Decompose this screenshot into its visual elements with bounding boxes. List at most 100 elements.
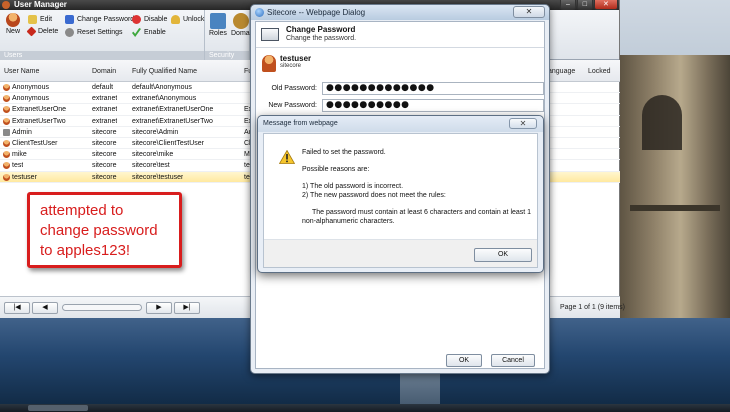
ribbon-group-security-label: Security	[205, 51, 249, 60]
next-page-button[interactable]: ▶	[146, 302, 172, 314]
minimize-button[interactable]: –	[560, 0, 576, 10]
user-name-cell: Anonymous	[12, 95, 49, 103]
annotation-callout: attempted to change password to apples12…	[27, 192, 182, 268]
column-header-fully-qualified-name[interactable]: Fully Qualified Name	[132, 68, 197, 75]
domain-cell: sitecore	[92, 139, 117, 147]
fully-qualified-name-cell: sitecore\mike	[132, 151, 174, 159]
message-reason-2: 2) The new password does not meet the ru…	[302, 192, 446, 199]
fully-qualified-name-cell: default\Anonymous	[132, 84, 192, 91]
reset-settings-icon	[65, 28, 74, 37]
app-title: User Manager	[14, 0, 67, 9]
fully-qualified-name-cell: sitecore\testuser	[132, 173, 184, 181]
message-box: Message from webpage ✕ Failed to set the…	[257, 115, 544, 273]
domain-cell: sitecore	[92, 151, 117, 159]
ribbon-group-users: New Edit Delete Change Password Reset Se…	[0, 10, 205, 60]
reset-settings-label: Reset Settings	[77, 29, 123, 36]
user-name-cell: Admin	[12, 128, 32, 136]
user-icon	[3, 117, 10, 125]
taskbar-item[interactable]	[28, 405, 88, 411]
last-page-button[interactable]: ▶|	[174, 302, 200, 314]
fully-qualified-name-cell: sitecore\test	[132, 162, 170, 170]
new-password-label: New Password:	[268, 102, 317, 109]
user-name-cell: test	[12, 162, 24, 170]
fully-qualified-name-cell: extranet\ExtranetUserOne	[132, 106, 214, 114]
domains-button[interactable]: Domai	[231, 13, 251, 37]
domain-cell: extranet	[92, 95, 118, 103]
old-password-field[interactable]: ●●●●●●●●●●●●●	[322, 82, 544, 95]
page-slider-track[interactable]	[62, 304, 142, 311]
user-manager-app-icon	[2, 1, 10, 9]
enable-icon	[132, 28, 141, 37]
dialog-ok-button[interactable]: OK	[446, 354, 482, 367]
dialog-subheading: Change the password.	[286, 35, 357, 42]
edit-label: Edit	[40, 16, 53, 23]
unlock-icon	[171, 15, 180, 24]
user-name-cell: ClientTestUser	[12, 139, 58, 147]
disable-button[interactable]: Disable	[132, 15, 167, 24]
delete-label: Delete	[38, 28, 59, 35]
domain-cell: extranet	[92, 106, 118, 114]
reset-settings-button[interactable]: Reset Settings	[65, 28, 123, 37]
domains-label: Domai	[231, 30, 252, 37]
user-icon	[3, 106, 10, 114]
change-password-label: Change Password	[77, 16, 135, 23]
domain-cell: extranet	[92, 117, 118, 125]
taskbar	[0, 404, 730, 412]
domain-cell: sitecore	[92, 162, 117, 170]
user-name-cell: mike	[12, 151, 27, 159]
roles-button[interactable]: Roles	[209, 13, 227, 37]
domain-cell: default	[92, 84, 114, 91]
disable-label: Disable	[144, 16, 168, 23]
dialog-titlebar: Sitecore -- Webpage Dialog ✕	[251, 5, 549, 20]
message-ok-button[interactable]: OK	[474, 248, 532, 262]
previous-page-button[interactable]: ◀	[32, 302, 58, 314]
column-header-user-name[interactable]: User Name	[4, 68, 39, 75]
message-line-reasons: Possible reasons are:	[302, 166, 370, 173]
new-user-button[interactable]: New	[6, 13, 20, 35]
column-header-language[interactable]: anguage	[548, 68, 575, 75]
disable-icon	[132, 15, 141, 24]
unlock-button[interactable]: Unlock	[171, 15, 204, 24]
new-user-label: New	[6, 28, 21, 35]
message-line-failed: Failed to set the password.	[302, 149, 386, 156]
new-password-row: New Password: ●●●●●●●●●●	[262, 99, 544, 113]
maximize-button[interactable]: □	[576, 0, 593, 10]
enable-label: Enable	[144, 29, 166, 36]
message-close-button[interactable]: ✕	[509, 118, 537, 129]
change-password-button[interactable]: Change Password	[65, 15, 134, 24]
ribbon-group-users-label: Users	[0, 51, 204, 60]
message-body: Failed to set the password. Possible rea…	[263, 133, 538, 268]
dialog-close-button[interactable]: ✕	[513, 6, 545, 18]
message-titlebar: Message from webpage ✕	[258, 116, 543, 132]
fully-qualified-name-cell: extranet\ExtranetUserTwo	[132, 117, 213, 125]
dialog-heading: Change Password	[286, 25, 356, 34]
unlock-label: Unlock	[183, 16, 205, 23]
user-icon	[3, 173, 10, 181]
domain-cell: sitecore	[92, 173, 117, 181]
column-header-locked[interactable]: Locked	[588, 68, 611, 75]
user-icon	[3, 162, 10, 170]
message-text: Failed to set the password. Possible rea…	[302, 148, 537, 234]
first-page-button[interactable]: |◀	[4, 302, 30, 314]
enable-button[interactable]: Enable	[132, 28, 166, 37]
window-close-button[interactable]: ✕	[593, 0, 618, 10]
window-controls: – □ ✕	[560, 0, 618, 10]
edit-button[interactable]: Edit	[28, 15, 52, 24]
dialog-cancel-button[interactable]: Cancel	[491, 354, 535, 367]
dialog-title: Sitecore -- Webpage Dialog	[267, 8, 366, 17]
message-footer: OK	[264, 239, 537, 267]
new-password-field[interactable]: ●●●●●●●●●●	[322, 99, 544, 112]
fully-qualified-name-cell: extranet\Anonymous	[132, 95, 197, 103]
roles-label: Roles	[209, 30, 227, 37]
dialog-user-info: testuser sitecore	[262, 54, 311, 76]
user-icon	[3, 95, 10, 103]
message-title: Message from webpage	[263, 120, 338, 127]
user-icon	[3, 139, 10, 147]
delete-button[interactable]: Delete	[26, 26, 59, 37]
message-reason-1: 1) The old password is incorrect.	[302, 183, 404, 190]
new-user-icon	[6, 13, 20, 27]
fully-qualified-name-cell: sitecore\ClientTestUser	[132, 139, 204, 147]
roles-icon	[209, 13, 226, 29]
ribbon-group-security: Roles Domai Security	[205, 10, 251, 60]
column-header-domain[interactable]: Domain	[92, 68, 116, 75]
